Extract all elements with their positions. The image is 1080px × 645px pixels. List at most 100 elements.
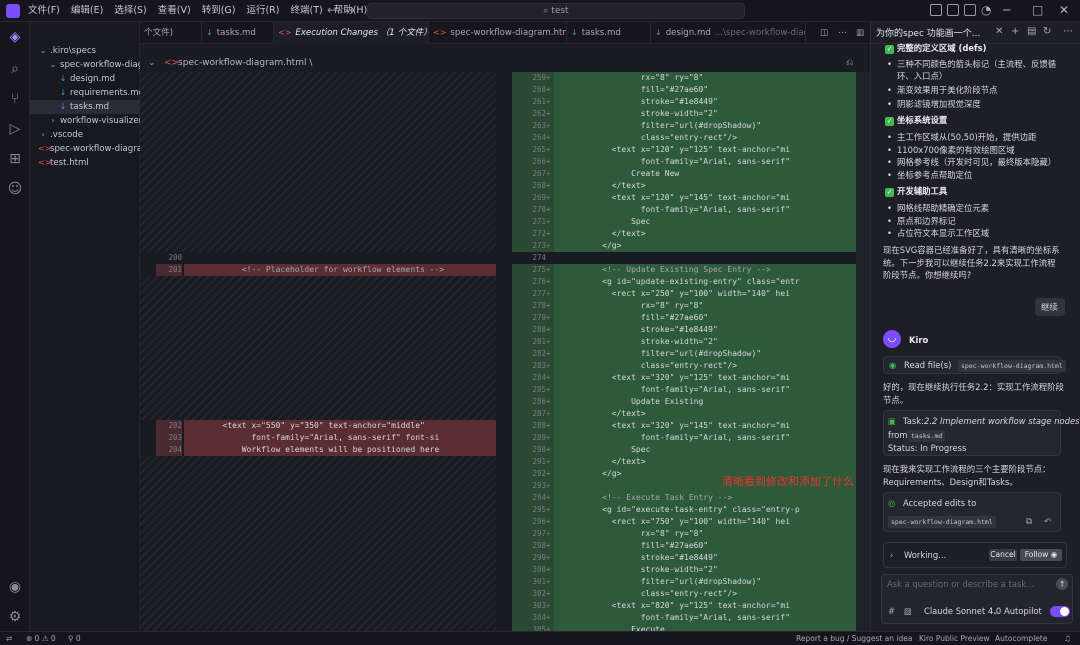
menu-item[interactable]: 运行(R) — [246, 0, 279, 22]
read-files-card[interactable]: ◉ Read file(s) spec-workflow-diagram.html — [883, 356, 1066, 374]
layout-icon[interactable]: ▥ — [852, 22, 868, 44]
added-line[interactable]: font-family="Arial, sans-serif" — [554, 384, 856, 396]
menu-item[interactable]: 文件(F) — [28, 0, 60, 22]
code-line[interactable] — [184, 252, 496, 264]
accepted-file-chip[interactable]: spec-workflow-diagram.html — [888, 516, 996, 528]
added-line[interactable]: <text x="120" y="125" text-anchor="mi — [554, 144, 856, 156]
debug-icon[interactable]: ▷ — [6, 120, 24, 138]
added-line[interactable]: font-family="Arial, sans-serif" — [554, 204, 856, 216]
diff-editor[interactable]: 200 201 <!-- Placeholder for workflow ele… — [140, 72, 870, 631]
follow-button[interactable]: Follow ◉ — [1020, 549, 1062, 561]
added-line[interactable]: stroke-width="2" — [554, 108, 856, 120]
problems-count[interactable]: ⊗ 0 ⚠ 0 — [26, 632, 56, 645]
split-editor-icon[interactable]: ◫ — [816, 22, 832, 44]
added-line[interactable]: class="entry-rect"/> — [554, 132, 856, 144]
added-line[interactable]: stroke-width="2" — [554, 336, 856, 348]
task-file-chip[interactable]: tasks.md — [908, 430, 946, 442]
added-line[interactable]: font-family="Arial, sans-serif" — [554, 156, 856, 168]
read-file-chip[interactable]: spec-workflow-diagram.html — [958, 360, 1066, 372]
ports-count[interactable]: ⚲ 0 — [68, 632, 81, 645]
diff-settings-icon[interactable]: ⎌ — [846, 55, 853, 71]
chat-bubble-icon[interactable]: ◔ — [981, 3, 991, 17]
added-line[interactable]: filter="url(#dropShadow)" — [554, 348, 856, 360]
added-line[interactable]: <rect x="250" y="100" width="140" hei — [554, 288, 856, 300]
added-line[interactable]: filter="url(#dropShadow)" — [554, 120, 856, 132]
added-line[interactable]: <text x="120" y="145" text-anchor="mi — [554, 192, 856, 204]
editor-more-icon[interactable]: ⋯ — [834, 22, 850, 44]
close-tab-icon[interactable]: ✕ — [995, 26, 1003, 37]
added-line[interactable]: fill="#27ae60" — [554, 84, 856, 96]
added-line[interactable]: <g id="execute-task-entry" class="entry-… — [554, 504, 856, 516]
added-line[interactable]: Spec — [554, 444, 856, 456]
added-line[interactable]: rx="8" ry="8" — [554, 300, 856, 312]
close-icon[interactable]: ✕ — [1059, 3, 1069, 17]
editor-tab[interactable]: 个文件) — [140, 22, 202, 44]
sidebar-toggle-icon[interactable] — [947, 4, 959, 16]
layout-toggle-icon[interactable] — [930, 4, 942, 16]
added-line[interactable]: <!-- Update Existing Spec Entry --> — [554, 264, 856, 276]
added-line[interactable]: filter="url(#dropShadow)" — [554, 576, 856, 588]
menu-item[interactable]: 终端(T) — [290, 0, 322, 22]
added-line[interactable]: stroke="#1e8449" — [554, 96, 856, 108]
chat-input[interactable]: Ask a question or describe a task... — [887, 578, 1034, 590]
cancel-button[interactable]: Cancel — [989, 549, 1017, 561]
copy-icon[interactable]: ⧉ — [1026, 515, 1032, 527]
account-icon[interactable]: ◉ — [6, 578, 24, 596]
added-line[interactable]: class="entry-rect"/> — [554, 360, 856, 372]
added-line[interactable]: Update Existing — [554, 396, 856, 408]
added-line[interactable]: </text> — [554, 228, 856, 240]
maximize-icon[interactable]: □ — [1032, 3, 1043, 17]
search-icon[interactable]: ⌕ — [6, 60, 24, 78]
editor-tab[interactable]: ↓ tasks.md — [202, 22, 274, 44]
added-line[interactable]: font-family="Arial, sans-serif" — [554, 432, 856, 444]
settings-gear-icon[interactable]: ⚙ — [6, 608, 24, 626]
added-line[interactable]: <text x="320" y="125" text-anchor="mi — [554, 372, 856, 384]
added-line[interactable]: </text> — [554, 180, 856, 192]
autocomplete-toggle[interactable]: Autocomplete — [995, 632, 1047, 645]
undo-icon[interactable]: ↶ — [1044, 515, 1051, 527]
history-icon[interactable]: ▤ — [1027, 26, 1036, 37]
added-line[interactable]: stroke-width="2" — [554, 564, 856, 576]
context-hash-icon[interactable]: # — [888, 605, 895, 617]
autopilot-toggle[interactable] — [1050, 606, 1070, 617]
tree-item[interactable]: ↓ design.md — [30, 72, 140, 86]
added-line[interactable]: fill="#27ae60" — [554, 312, 856, 324]
added-line[interactable]: </text> — [554, 408, 856, 420]
chat-tab-title[interactable]: 为你的spec 功能画一个... — [876, 26, 980, 39]
task-card[interactable]: ▣ Task: 2.2 Implement workflow stage nodes… — [883, 410, 1079, 456]
added-line[interactable]: rx="8" ry="8" — [554, 528, 856, 540]
added-line[interactable]: Spec — [554, 216, 856, 228]
send-arrow-icon[interactable]: ↑ — [1056, 578, 1068, 590]
tree-item[interactable]: ⌄ .kiro\specs — [30, 44, 140, 58]
deleted-line[interactable]: <!-- Placeholder for workflow elements -… — [184, 264, 496, 276]
refresh-icon[interactable]: ↻ — [1043, 26, 1051, 37]
editor-tab[interactable]: <> Execution Changes （1 个文件） — [274, 22, 429, 44]
added-line[interactable]: </g> — [554, 240, 856, 252]
added-line[interactable]: Execute — [554, 624, 856, 631]
menu-item[interactable]: 查看(V) — [158, 0, 191, 22]
remote-icon[interactable]: ⇌ — [6, 632, 12, 645]
added-line[interactable]: rx="8" ry="8" — [554, 72, 856, 84]
breadcrumb[interactable]: ⌄ <> spec-workflow-diagram.html \ ⎌ — [140, 55, 870, 71]
kiro-icon[interactable]: ◈ — [6, 28, 24, 46]
model-selector[interactable]: Claude Sonnet 4.0 — [924, 605, 1001, 617]
added-line[interactable]: stroke="#1e8449" — [554, 552, 856, 564]
menu-item[interactable]: 转到(G) — [202, 0, 236, 22]
tree-item[interactable]: <>test.html — [30, 156, 140, 170]
back-arrow-icon[interactable]: ← — [327, 3, 337, 17]
added-line[interactable]: stroke="#1e8449" — [554, 324, 856, 336]
added-line[interactable]: <text x="320" y="145" text-anchor="mi — [554, 420, 856, 432]
tree-item[interactable]: ↓ requirements.md — [30, 86, 140, 100]
extensions-icon[interactable]: ⊞ — [6, 150, 24, 168]
tree-item[interactable]: <>spec-workflow-diagra... — [30, 142, 140, 156]
command-search-box[interactable]: ⌕ test — [367, 3, 745, 19]
menu-item[interactable]: 编辑(E) — [71, 0, 103, 22]
added-line[interactable]: <g id="update-existing-entry" class="ent… — [554, 276, 856, 288]
forward-arrow-icon[interactable]: → — [345, 3, 355, 17]
code-line[interactable] — [554, 252, 856, 264]
added-line[interactable]: <text x="820" y="125" text-anchor="mi — [554, 600, 856, 612]
accepted-edits-card[interactable]: ◎ Accepted edits to spec-workflow-diagram.… — [883, 492, 1061, 532]
added-line[interactable]: font-family="Arial, sans-serif" — [554, 612, 856, 624]
added-line[interactable]: </text> — [554, 456, 856, 468]
new-chat-icon[interactable]: + — [1011, 26, 1019, 37]
